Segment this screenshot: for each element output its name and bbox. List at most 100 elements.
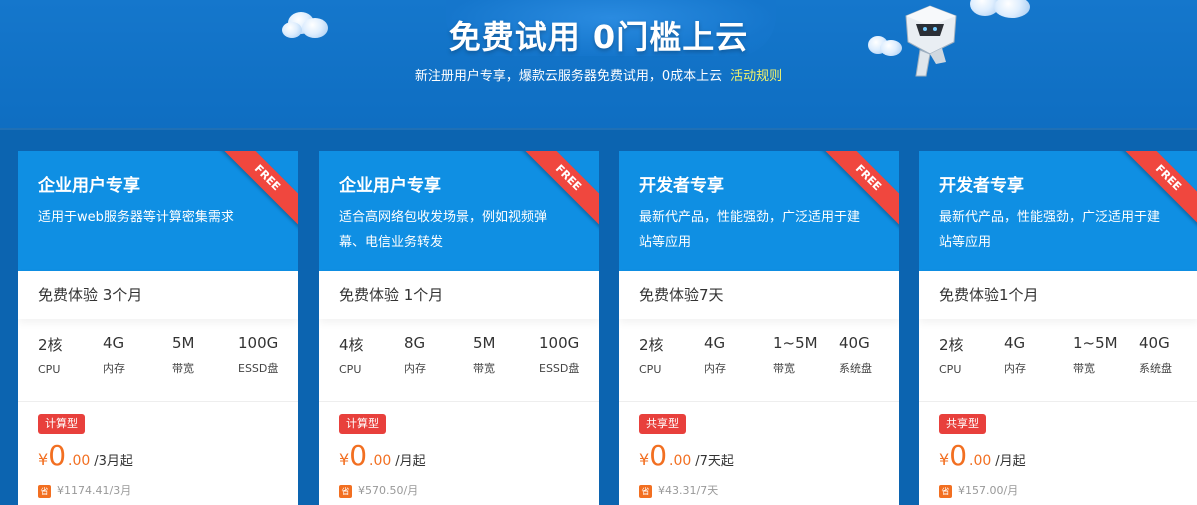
spec-bandwidth: 1~5M 带宽 <box>1073 334 1118 376</box>
instance-type-tag: 共享型 <box>639 414 686 434</box>
spec-label: ESSD盘 <box>539 362 580 375</box>
instance-type-tag: 计算型 <box>38 414 85 434</box>
spec-label: 带宽 <box>773 362 795 375</box>
spec-list: 2核 CPU 4G 内存 5M 带宽 100G ESSD盘 <box>38 334 288 384</box>
original-price: 省 ¥1174.41/3月 <box>38 482 131 498</box>
spec-label: 系统盘 <box>839 362 872 375</box>
spec-bandwidth: 5M 带宽 <box>172 334 195 376</box>
spec-label: 内存 <box>1004 362 1026 375</box>
spec-list: 4核 CPU 8G 内存 5M 带宽 100G ESSD盘 <box>339 334 589 384</box>
spec-value: 4G <box>1004 334 1026 352</box>
card-divider <box>18 401 298 402</box>
instance-type-tag: 计算型 <box>339 414 386 434</box>
card-title: 开发者专享 <box>939 176 1024 196</box>
spec-bandwidth: 5M 带宽 <box>473 334 496 376</box>
price-unit: /月起 <box>395 454 426 469</box>
spec-label: ESSD盘 <box>238 362 279 375</box>
original-price: 省 ¥43.31/7天 <box>639 482 718 498</box>
card-divider <box>619 401 899 402</box>
spec-value: 4G <box>103 334 125 352</box>
trial-duration: 免费体验7天 <box>619 271 899 319</box>
instance-type-tag: 共享型 <box>939 414 986 434</box>
spec-value: 4G <box>704 334 726 352</box>
product-card[interactable]: 开发者专享 最新代产品，性能强劲，广泛适用于建站等应用 FREE 免费体验7天 … <box>619 151 899 505</box>
card-description: 最新代产品，性能强劲，广泛适用于建站等应用 <box>939 210 1161 250</box>
price-integer: 0 <box>949 439 968 472</box>
original-price-text: ¥157.00/月 <box>958 484 1019 497</box>
price: ¥0.00/7天起 <box>639 439 734 472</box>
price-unit: /7天起 <box>695 454 734 469</box>
spec-label: CPU <box>639 363 662 376</box>
price-integer: 0 <box>48 439 67 472</box>
spec-memory: 4G 内存 <box>103 334 125 376</box>
card-divider <box>319 401 599 402</box>
price-currency: ¥ <box>939 450 950 469</box>
spec-value: 1~5M <box>773 334 818 352</box>
hero-title: 免费试用 0门槛上云 <box>448 18 749 56</box>
price-integer: 0 <box>649 439 668 472</box>
price-unit: /月起 <box>995 454 1026 469</box>
price-integer: 0 <box>349 439 368 472</box>
spec-label: 带宽 <box>1073 362 1095 375</box>
spec-value: 2核 <box>939 336 964 354</box>
price: ¥0.00/月起 <box>339 439 426 472</box>
spec-value: 1~5M <box>1073 334 1118 352</box>
spec-value: 40G <box>839 334 870 352</box>
card-divider <box>919 401 1197 402</box>
spec-value: 100G <box>539 334 580 352</box>
product-card[interactable]: 开发者专享 最新代产品，性能强劲，广泛适用于建站等应用 FREE 免费体验1个月… <box>919 151 1197 505</box>
activity-rules-link[interactable]: 活动规则 <box>730 69 782 84</box>
hero-subtitle-text: 新注册用户专享，爆款云服务器免费试用，0成本上云 <box>414 69 723 84</box>
card-description: 最新代产品，性能强劲，广泛适用于建站等应用 <box>639 210 861 250</box>
card-title: 开发者专享 <box>639 176 724 196</box>
price: ¥0.00/月起 <box>939 439 1026 472</box>
spec-disk: 100G ESSD盘 <box>539 334 579 376</box>
original-price-text: ¥570.50/月 <box>358 484 419 497</box>
original-price-text: ¥1174.41/3月 <box>57 484 132 497</box>
spec-memory: 4G 内存 <box>1004 334 1026 376</box>
spec-label: CPU <box>339 363 362 376</box>
hero-subtitle: 新注册用户专享，爆款云服务器免费试用，0成本上云 活动规则 <box>0 65 1197 84</box>
spec-cpu: 2核 CPU <box>639 334 664 376</box>
spec-label: 带宽 <box>172 362 194 375</box>
price-currency: ¥ <box>639 450 650 469</box>
spec-disk: 40G 系统盘 <box>1139 334 1172 376</box>
spec-label: 内存 <box>404 362 426 375</box>
save-badge-icon: 省 <box>639 484 652 498</box>
spec-disk: 100G ESSD盘 <box>238 334 278 376</box>
spec-label: 内存 <box>103 362 125 375</box>
spec-value: 2核 <box>639 336 664 354</box>
save-badge-icon: 省 <box>939 484 952 498</box>
product-card[interactable]: 企业用户专享 适用于web服务器等计算密集需求 FREE 免费体验 3个月 2核… <box>18 151 298 505</box>
spec-memory: 4G 内存 <box>704 334 726 376</box>
original-price: 省 ¥157.00/月 <box>939 482 1018 498</box>
spec-value: 4核 <box>339 336 364 354</box>
trial-duration: 免费体验1个月 <box>919 271 1197 319</box>
save-badge-icon: 省 <box>339 484 352 498</box>
spec-value: 5M <box>172 334 195 352</box>
trial-duration: 免费体验 3个月 <box>18 271 298 319</box>
spec-value: 2核 <box>38 336 63 354</box>
card-title: 企业用户专享 <box>339 176 441 196</box>
original-price: 省 ¥570.50/月 <box>339 482 418 498</box>
price-unit: /3月起 <box>94 454 133 469</box>
card-description: 适用于web服务器等计算密集需求 <box>38 210 234 225</box>
spec-value: 40G <box>1139 334 1170 352</box>
spec-value: 8G <box>404 334 426 352</box>
price-decimal: .00 <box>969 453 992 469</box>
price-decimal: .00 <box>369 453 392 469</box>
price-currency: ¥ <box>38 450 49 469</box>
product-card[interactable]: 企业用户专享 适合高网络包收发场景，例如视频弹幕、电信业务转发 FREE 免费体… <box>319 151 599 505</box>
price-currency: ¥ <box>339 450 350 469</box>
price: ¥0.00/3月起 <box>38 439 133 472</box>
spec-label: CPU <box>38 363 61 376</box>
spec-value: 100G <box>238 334 279 352</box>
original-price-text: ¥43.31/7天 <box>658 484 719 497</box>
spec-label: 带宽 <box>473 362 495 375</box>
spec-list: 2核 CPU 4G 内存 1~5M 带宽 40G 系统盘 <box>639 334 889 384</box>
card-title: 企业用户专享 <box>38 176 140 196</box>
spec-label: CPU <box>939 363 962 376</box>
spec-value: 5M <box>473 334 496 352</box>
price-decimal: .00 <box>68 453 91 469</box>
spec-cpu: 2核 CPU <box>38 334 63 376</box>
